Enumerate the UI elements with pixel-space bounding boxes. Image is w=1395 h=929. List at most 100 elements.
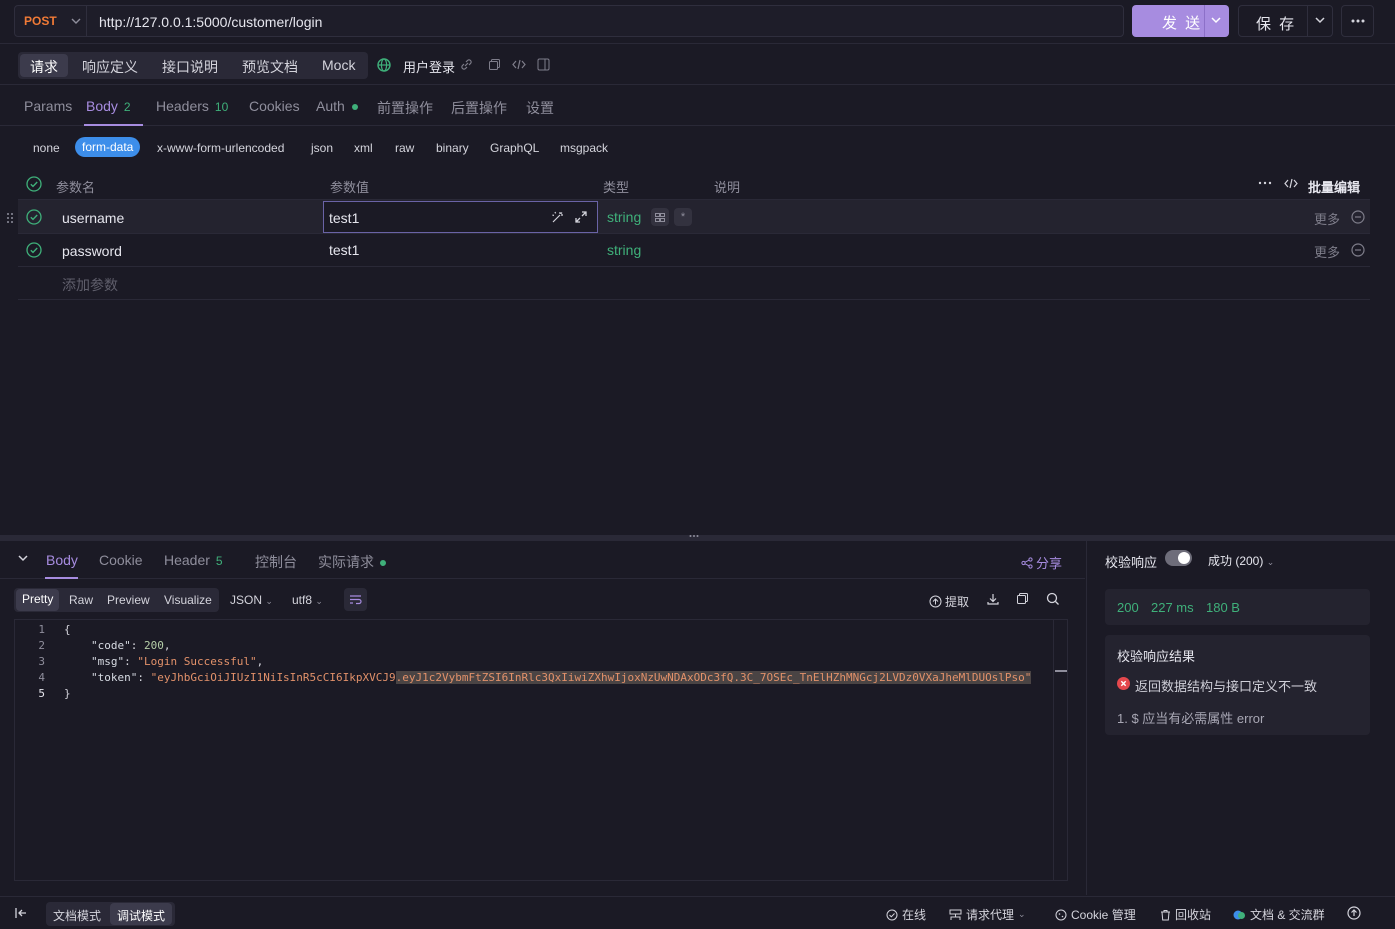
- body-type-binary[interactable]: binary: [436, 141, 469, 155]
- add-param-placeholder[interactable]: 添加参数: [62, 275, 118, 295]
- debug-mode-button[interactable]: 调试模式: [110, 903, 173, 925]
- more-link[interactable]: 更多: [1314, 209, 1340, 228]
- status-select[interactable]: 成功 (200) ⌄: [1208, 552, 1274, 569]
- body-type-none[interactable]: none: [33, 141, 60, 155]
- download-icon[interactable]: [986, 592, 1000, 606]
- format-select[interactable]: JSON ⌄: [230, 593, 273, 607]
- select-all-check-icon[interactable]: [26, 176, 42, 192]
- online-status[interactable]: 在线: [886, 906, 926, 923]
- tab-mock[interactable]: Mock: [322, 57, 355, 73]
- upgrade-icon[interactable]: [1347, 906, 1361, 920]
- more-button[interactable]: [1341, 5, 1374, 37]
- response-tabs: Body Cookie Header 5 控制台 实际请求 分享: [0, 541, 1085, 579]
- code-line: {: [64, 623, 71, 636]
- recycle-bin-button[interactable]: 回收站: [1160, 906, 1211, 923]
- body-type-raw[interactable]: raw: [395, 141, 414, 155]
- structure-icon[interactable]: [651, 208, 669, 226]
- save-button[interactable]: 保 存: [1238, 5, 1333, 37]
- body-type-json[interactable]: json: [311, 141, 333, 155]
- chevron-down-icon[interactable]: [1210, 16, 1222, 24]
- response-time: 227 ms: [1151, 600, 1194, 615]
- chevron-down-icon[interactable]: [1314, 16, 1326, 24]
- community-button[interactable]: 文档 & 交流群: [1233, 906, 1325, 923]
- tab-response-cookie[interactable]: Cookie: [99, 552, 143, 568]
- method-select[interactable]: POST: [15, 6, 87, 36]
- body-type-graphql[interactable]: GraphQL: [490, 141, 539, 155]
- tab-settings[interactable]: 设置: [526, 98, 554, 118]
- view-preview[interactable]: Preview: [107, 593, 150, 607]
- json-key: "code": [91, 639, 131, 652]
- body-count-badge: 2: [123, 100, 131, 114]
- code-icon[interactable]: [512, 58, 526, 71]
- proxy-button[interactable]: 请求代理 ⌄: [949, 906, 1026, 923]
- headers-count-badge: 10: [214, 100, 229, 114]
- collapse-chevron-icon[interactable]: [18, 555, 28, 562]
- magic-wand-icon[interactable]: [551, 210, 565, 224]
- param-type[interactable]: string: [607, 209, 641, 225]
- collapse-sidebar-icon[interactable]: [15, 907, 28, 919]
- response-header-count: 5: [215, 554, 223, 568]
- json-string-selected: .eyJ1c2VybmFtZSI6InRlc3QxIiwiZXhwIjoxNzU…: [395, 671, 1032, 684]
- bulk-edit-button[interactable]: 批量编辑: [1308, 177, 1360, 196]
- send-button[interactable]: 发 送: [1132, 5, 1229, 37]
- enabled-check-icon[interactable]: [26, 209, 42, 225]
- tab-body[interactable]: Body 2: [86, 98, 131, 114]
- view-raw[interactable]: Raw: [69, 593, 93, 607]
- actual-status-dot: [380, 560, 386, 567]
- tab-api-doc[interactable]: 接口说明: [162, 57, 218, 77]
- tab-params[interactable]: Params: [24, 98, 72, 114]
- doc-mode-button[interactable]: 文档模式: [53, 907, 101, 924]
- sidebar-panel-icon[interactable]: [537, 58, 550, 71]
- tab-preview-doc[interactable]: 预览文档: [242, 57, 298, 77]
- api-name[interactable]: 用户登录: [403, 57, 455, 76]
- body-type-msgpack[interactable]: msgpack: [560, 141, 608, 155]
- search-icon[interactable]: [1046, 592, 1060, 606]
- param-name[interactable]: password: [62, 243, 122, 259]
- validate-toggle[interactable]: [1165, 550, 1192, 566]
- required-asterisk-icon[interactable]: *: [674, 208, 692, 226]
- save-label: 保 存: [1256, 16, 1297, 33]
- expand-icon[interactable]: [574, 210, 588, 224]
- tab-post-ops[interactable]: 后置操作: [451, 98, 507, 118]
- encoding-select[interactable]: utf8 ⌄: [292, 593, 323, 607]
- body-type-form-data[interactable]: form-data: [75, 137, 141, 157]
- copy-icon[interactable]: [1016, 592, 1029, 605]
- param-name[interactable]: username: [62, 210, 124, 226]
- chevron-down-icon: ⌄: [265, 596, 273, 606]
- view-visualize[interactable]: Visualize: [164, 593, 212, 607]
- tab-request[interactable]: 请求: [20, 54, 68, 77]
- json-string: "Login Successful": [137, 655, 257, 668]
- tab-response-def[interactable]: 响应定义: [82, 57, 138, 77]
- copy-icon[interactable]: [488, 58, 501, 71]
- status-bar: 文档模式 调试模式 在线 请求代理 ⌄ Cookie 管理 回收站 文档 & 交…: [0, 896, 1395, 929]
- param-value[interactable]: test1: [329, 242, 359, 258]
- more-horizontal-icon[interactable]: [1258, 176, 1272, 190]
- scrollbar-track[interactable]: [1053, 620, 1054, 880]
- param-value-input[interactable]: test1: [323, 201, 598, 233]
- enabled-check-icon[interactable]: [26, 242, 42, 258]
- remove-icon[interactable]: [1351, 210, 1365, 224]
- tab-pre-ops[interactable]: 前置操作: [377, 98, 433, 118]
- tab-console[interactable]: 控制台: [255, 552, 297, 572]
- code-icon[interactable]: [1284, 177, 1298, 190]
- tab-response-header[interactable]: Header 5: [164, 552, 223, 568]
- tab-auth[interactable]: Auth: [316, 98, 358, 114]
- more-link[interactable]: 更多: [1314, 242, 1340, 261]
- drag-handle-icon[interactable]: [6, 212, 14, 224]
- url-input[interactable]: http://127.0.0.1:5000/customer/login: [99, 14, 322, 30]
- link-icon[interactable]: [460, 58, 473, 71]
- share-button[interactable]: 分享: [1021, 553, 1062, 572]
- view-pretty[interactable]: Pretty: [16, 589, 60, 611]
- remove-icon[interactable]: [1351, 243, 1365, 257]
- cookie-manager-button[interactable]: Cookie 管理: [1055, 906, 1136, 923]
- param-type[interactable]: string: [607, 242, 641, 258]
- tab-headers[interactable]: Headers 10: [156, 98, 228, 114]
- wrap-toggle[interactable]: [344, 588, 367, 611]
- tab-cookies[interactable]: Cookies: [249, 98, 300, 114]
- body-type-xml[interactable]: xml: [354, 141, 373, 155]
- response-code-editor[interactable]: 1 2 3 4 5 { "code": 200, "msg": "Login S…: [14, 619, 1068, 881]
- tab-response-body[interactable]: Body: [46, 552, 78, 568]
- tab-actual-request[interactable]: 实际请求: [318, 552, 386, 572]
- body-type-urlencoded[interactable]: x-www-form-urlencoded: [157, 141, 284, 155]
- extract-button[interactable]: 提取: [929, 593, 969, 610]
